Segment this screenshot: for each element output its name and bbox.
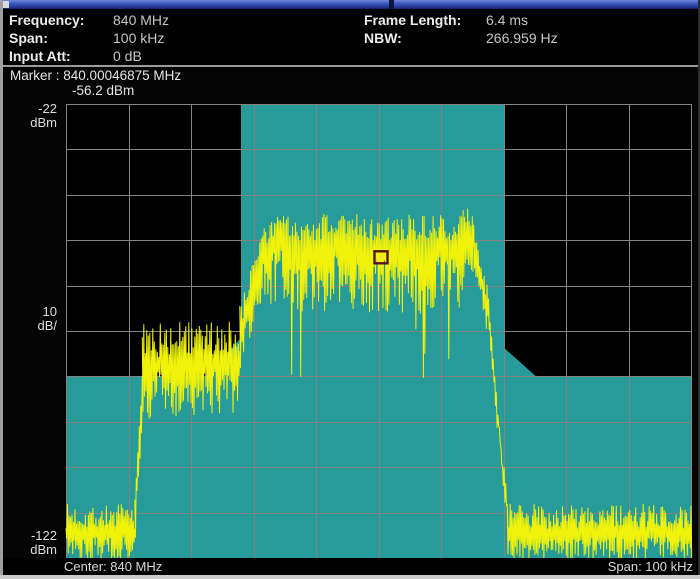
marker-frequency: 840.00046875 MHz (63, 68, 181, 83)
analyzer-screen: Frequency: 840 MHz Span: 100 kHz Input A… (0, 0, 700, 579)
ref-level-label: -22 dBm (0, 102, 57, 130)
screen-edge-bottom (0, 575, 700, 579)
marker-readout: Marker : 840.00046875 MHz -56.2 dBm (10, 68, 410, 98)
bottom-level-label: -122 dBm (0, 529, 57, 557)
center-frequency-label: Center: 840 MHz (64, 559, 162, 574)
footer-bar: Center: 840 MHz Span: 100 kHz (0, 558, 700, 575)
title-bar-tick (3, 1, 9, 8)
span-footer-label: Span: 100 kHz (608, 559, 693, 574)
marker-dot (380, 256, 383, 259)
marker-label: Marker : (10, 68, 60, 83)
screen-edge-left (0, 0, 3, 579)
title-bar-divider (389, 0, 394, 9)
marker-frequency-line: Marker : 840.00046875 MHz (10, 68, 410, 83)
header-separator (0, 65, 700, 67)
scale-per-div-label: 10 dB/ (0, 305, 57, 333)
title-bar (0, 0, 700, 9)
marker-level: -56.2 dBm (10, 83, 410, 98)
